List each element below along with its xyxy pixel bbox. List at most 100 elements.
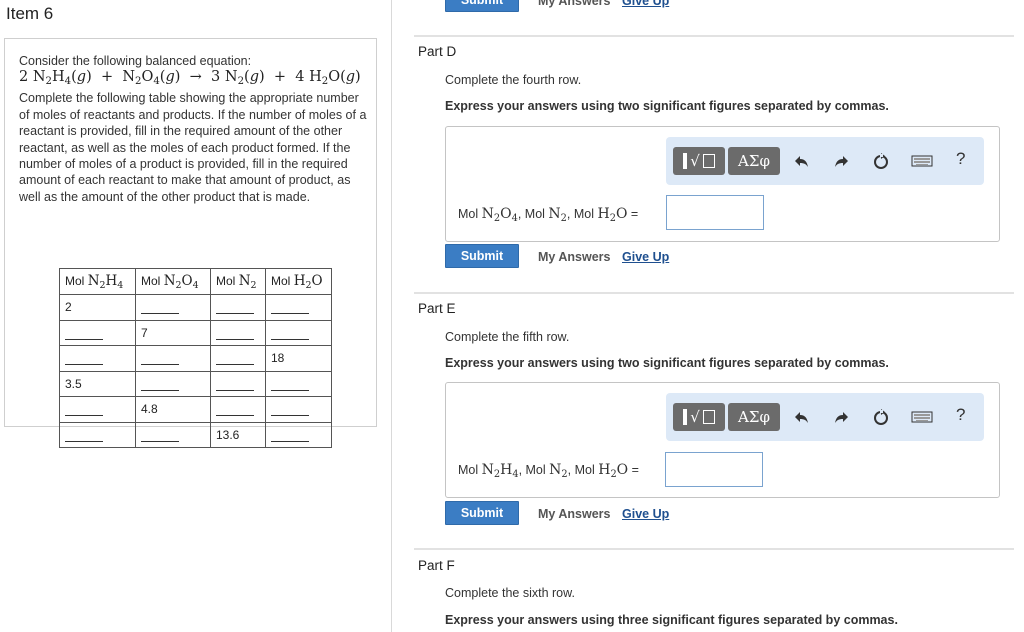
table-cell [210,345,266,372]
blank-line [65,328,103,340]
part-d-submit-button[interactable]: Submit [445,244,519,268]
table-cell [59,345,136,372]
table-cell: 2 [59,294,136,321]
redo-icon[interactable] [829,149,853,173]
blank-line [216,302,254,314]
table-cell: 4.8 [135,396,211,423]
table-cell: 18 [265,345,332,372]
part-d-bold-instruction: Express your answers using two significa… [445,99,889,113]
given-value: 3.5 [65,376,82,391]
table-cell: 3.5 [59,370,136,397]
item-title: Item 6 [6,4,54,23]
help-button[interactable]: ? [956,405,965,425]
blank-line [216,328,254,340]
blank-line [141,430,179,442]
given-value: 18 [271,351,285,365]
blank-line [65,430,103,442]
part-divider [414,35,1014,37]
table-cell [135,294,211,321]
part-divider [414,292,1014,294]
part-e-answer-input[interactable] [665,452,763,487]
table-row: 4.8 [59,396,332,423]
blank-line [271,430,309,442]
answer-panel: Submit My Answers Give Up Part D Complet… [392,0,1024,632]
given-value: 13.6 [216,427,240,442]
part-d-give-up-link[interactable]: Give Up [622,250,669,264]
part-e-my-answers-link[interactable]: My Answers [538,507,610,521]
table-cell [265,370,332,397]
table-cell [265,421,332,448]
table-cell [210,370,266,397]
part-d-answer-input[interactable] [666,195,764,230]
table-cell: 7 [135,319,211,346]
table-cell [210,294,266,321]
table-header: Mol N2H4 [59,268,136,295]
table-cell [59,421,136,448]
blank-line [216,353,254,365]
table-cell [210,396,266,423]
blank-line [141,379,179,391]
table-cell [59,319,136,346]
part-d-title: Part D [418,44,457,59]
blank-line [141,353,179,365]
keyboard-icon[interactable] [910,405,934,429]
part-d-instruction: Complete the fourth row. [445,73,582,87]
greek-symbols-button[interactable]: ΑΣφ [728,403,780,431]
table-cell [59,396,136,423]
problem-statement-box: Consider the following balanced equation… [4,38,377,448]
blank-line [141,302,179,314]
table-header: Mol N2O4 [135,268,211,295]
part-divider [414,548,1014,550]
templates-radical-icon[interactable]: √ [673,147,725,175]
problem-text: Consider the following balanced equation… [19,53,369,205]
table-cell [265,294,332,321]
given-value: 2 [65,300,72,314]
table-cell [135,370,211,397]
redo-icon[interactable] [829,405,853,429]
balanced-equation: 2 N2H4(g) + N2O4(g) → 3 N2(g) + 4 H2O(g) [19,69,361,88]
given-value: 7 [141,325,148,340]
given-value: 4.8 [141,402,158,416]
table-cell [135,421,211,448]
problem-instructions: Complete the following table showing the… [19,91,367,204]
table-cell [265,396,332,423]
part-e-title: Part E [418,301,456,316]
table-cell [265,319,332,346]
help-button[interactable]: ? [956,149,965,169]
reset-icon[interactable] [869,405,893,429]
table-cell: 13.6 [210,421,266,448]
blank-line [65,353,103,365]
math-toolbar: √ ΑΣφ ? [666,137,984,185]
my-answers-link-prev[interactable]: My Answers [538,0,610,8]
blank-line [271,328,309,340]
reset-icon[interactable] [869,149,893,173]
table-header: Mol H2O [265,268,332,295]
undo-icon[interactable] [790,405,814,429]
blank-line [216,379,254,391]
table-row: 2 [59,294,332,321]
keyboard-icon[interactable] [910,149,934,173]
blank-line [216,404,254,416]
table-cell [135,345,211,372]
table-row: 3.5 [59,370,332,397]
part-e-give-up-link[interactable]: Give Up [622,507,669,521]
part-d-answer-label: Mol N2O4, Mol N2, Mol H2O = [458,206,639,224]
part-f-instruction: Complete the sixth row. [445,586,575,600]
templates-radical-icon[interactable]: √ [673,403,725,431]
table-row: 7 [59,319,332,346]
part-e-submit-button[interactable]: Submit [445,501,519,525]
give-up-link-prev[interactable]: Give Up [622,0,669,8]
problem-panel: Item 6 Consider the following balanced e… [0,0,392,632]
part-e-instruction: Complete the fifth row. [445,330,570,344]
part-f-title: Part F [418,558,455,573]
blank-line [271,404,309,416]
greek-symbols-button[interactable]: ΑΣφ [728,147,780,175]
undo-icon[interactable] [790,149,814,173]
blank-line [271,379,309,391]
moles-table: Mol N2H4 Mol N2O4 Mol N2 Mol H2O 2 7 18 3.5 4.8… [59,268,332,448]
submit-button-prev[interactable]: Submit [445,0,519,12]
blank-line [271,302,309,314]
problem-intro: Consider the following balanced equation… [19,54,252,68]
math-toolbar: √ ΑΣφ ? [666,393,984,441]
part-d-my-answers-link[interactable]: My Answers [538,250,610,264]
